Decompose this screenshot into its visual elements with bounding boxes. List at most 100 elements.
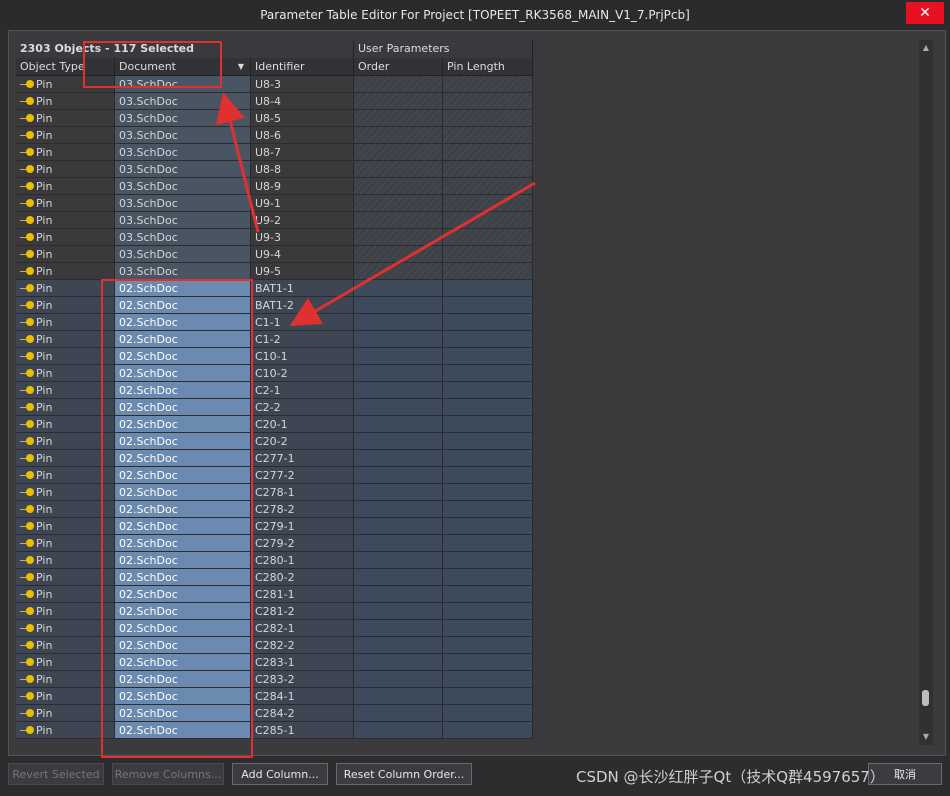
- table-row[interactable]: Pin 02.SchDoc C283-1: [16, 654, 533, 671]
- cell-identifier[interactable]: C283-1: [251, 654, 354, 671]
- cell-pin-length[interactable]: [443, 382, 533, 399]
- cell-pin-length[interactable]: [443, 433, 533, 450]
- cell-identifier[interactable]: C1-2: [251, 331, 354, 348]
- cell-pin-length[interactable]: [443, 603, 533, 620]
- table-row[interactable]: Pin 02.SchDoc C10-1: [16, 348, 533, 365]
- cell-identifier[interactable]: C280-1: [251, 552, 354, 569]
- cell-object-type[interactable]: Pin: [16, 229, 115, 246]
- cell-identifier[interactable]: C281-1: [251, 586, 354, 603]
- table-row[interactable]: Pin 02.SchDoc C282-1: [16, 620, 533, 637]
- cell-identifier[interactable]: C10-2: [251, 365, 354, 382]
- cell-pin-length[interactable]: [443, 416, 533, 433]
- cell-order[interactable]: [354, 484, 443, 501]
- cell-identifier[interactable]: U9-5: [251, 263, 354, 280]
- cell-order[interactable]: [354, 688, 443, 705]
- table-row[interactable]: Pin 03.SchDoc U9-2: [16, 212, 533, 229]
- cell-pin-length[interactable]: [443, 467, 533, 484]
- cell-pin-length[interactable]: [443, 705, 533, 722]
- table-row[interactable]: Pin 02.SchDoc C277-1: [16, 450, 533, 467]
- cell-identifier[interactable]: BAT1-1: [251, 280, 354, 297]
- cell-order[interactable]: [354, 637, 443, 654]
- cell-pin-length[interactable]: [443, 365, 533, 382]
- cell-pin-length[interactable]: [443, 637, 533, 654]
- cell-object-type[interactable]: Pin: [16, 93, 115, 110]
- cell-order[interactable]: [354, 195, 443, 212]
- table-row[interactable]: Pin 02.SchDoc C282-2: [16, 637, 533, 654]
- vertical-scrollbar[interactable]: ▲ ▼: [919, 40, 933, 745]
- table-row[interactable]: Pin 02.SchDoc C10-2: [16, 365, 533, 382]
- table-row[interactable]: Pin 03.SchDoc U8-9: [16, 178, 533, 195]
- cell-order[interactable]: [354, 535, 443, 552]
- cell-document[interactable]: 03.SchDoc: [115, 144, 251, 161]
- table-row[interactable]: Pin 03.SchDoc U9-3: [16, 229, 533, 246]
- revert-selected-button[interactable]: Revert Selected: [8, 763, 104, 785]
- table-row[interactable]: Pin 02.SchDoc C284-2: [16, 705, 533, 722]
- cell-pin-length[interactable]: [443, 722, 533, 739]
- cell-pin-length[interactable]: [443, 484, 533, 501]
- cell-order[interactable]: [354, 110, 443, 127]
- table-row[interactable]: Pin 02.SchDoc C279-2: [16, 535, 533, 552]
- column-header-pin-length[interactable]: Pin Length: [443, 58, 533, 75]
- cell-pin-length[interactable]: [443, 127, 533, 144]
- cell-pin-length[interactable]: [443, 331, 533, 348]
- cell-identifier[interactable]: C282-2: [251, 637, 354, 654]
- cell-pin-length[interactable]: [443, 620, 533, 637]
- scroll-down-icon[interactable]: ▼: [919, 731, 933, 743]
- table-row[interactable]: Pin 03.SchDoc U9-1: [16, 195, 533, 212]
- cell-order[interactable]: [354, 501, 443, 518]
- cell-order[interactable]: [354, 705, 443, 722]
- cell-order[interactable]: [354, 450, 443, 467]
- cell-object-type[interactable]: Pin: [16, 161, 115, 178]
- cell-order[interactable]: [354, 671, 443, 688]
- cell-identifier[interactable]: C278-2: [251, 501, 354, 518]
- reset-column-order-button[interactable]: Reset Column Order...: [336, 763, 472, 785]
- cell-document[interactable]: 03.SchDoc: [115, 178, 251, 195]
- table-row[interactable]: Pin 03.SchDoc U8-4: [16, 93, 533, 110]
- cell-order[interactable]: [354, 212, 443, 229]
- scroll-up-icon[interactable]: ▲: [919, 42, 933, 54]
- cell-identifier[interactable]: C284-1: [251, 688, 354, 705]
- cell-pin-length[interactable]: [443, 450, 533, 467]
- cell-identifier[interactable]: C281-2: [251, 603, 354, 620]
- cell-order[interactable]: [354, 569, 443, 586]
- cell-identifier[interactable]: U8-4: [251, 93, 354, 110]
- cell-identifier[interactable]: C1-1: [251, 314, 354, 331]
- cell-identifier[interactable]: U8-8: [251, 161, 354, 178]
- cell-identifier[interactable]: C2-1: [251, 382, 354, 399]
- table-row[interactable]: Pin 02.SchDoc C1-1: [16, 314, 533, 331]
- cell-pin-length[interactable]: [443, 535, 533, 552]
- cell-pin-length[interactable]: [443, 229, 533, 246]
- table-row[interactable]: Pin 02.SchDoc C2-1: [16, 382, 533, 399]
- cell-pin-length[interactable]: [443, 518, 533, 535]
- cell-identifier[interactable]: C285-1: [251, 722, 354, 739]
- cell-document[interactable]: 03.SchDoc: [115, 246, 251, 263]
- cell-object-type[interactable]: Pin: [16, 212, 115, 229]
- cell-order[interactable]: [354, 331, 443, 348]
- cell-identifier[interactable]: U9-3: [251, 229, 354, 246]
- cell-pin-length[interactable]: [443, 297, 533, 314]
- cell-order[interactable]: [354, 552, 443, 569]
- cell-document[interactable]: 03.SchDoc: [115, 110, 251, 127]
- table-row[interactable]: Pin 02.SchDoc C1-2: [16, 331, 533, 348]
- cell-identifier[interactable]: U9-2: [251, 212, 354, 229]
- cell-order[interactable]: [354, 314, 443, 331]
- cell-pin-length[interactable]: [443, 688, 533, 705]
- cell-order[interactable]: [354, 365, 443, 382]
- table-row[interactable]: Pin 02.SchDoc C277-2: [16, 467, 533, 484]
- cell-object-type[interactable]: Pin: [16, 178, 115, 195]
- cell-pin-length[interactable]: [443, 246, 533, 263]
- cell-order[interactable]: [354, 161, 443, 178]
- cell-pin-length[interactable]: [443, 110, 533, 127]
- table-row[interactable]: Pin 03.SchDoc U8-7: [16, 144, 533, 161]
- cell-order[interactable]: [354, 654, 443, 671]
- table-row[interactable]: Pin 02.SchDoc C280-1: [16, 552, 533, 569]
- cell-object-type[interactable]: Pin: [16, 263, 115, 280]
- cell-order[interactable]: [354, 297, 443, 314]
- cell-identifier[interactable]: U8-9: [251, 178, 354, 195]
- table-row[interactable]: Pin 03.SchDoc U8-5: [16, 110, 533, 127]
- cell-order[interactable]: [354, 586, 443, 603]
- cell-identifier[interactable]: C279-2: [251, 535, 354, 552]
- cell-order[interactable]: [354, 467, 443, 484]
- table-row[interactable]: Pin 02.SchDoc C278-2: [16, 501, 533, 518]
- cell-identifier[interactable]: U8-3: [251, 76, 354, 93]
